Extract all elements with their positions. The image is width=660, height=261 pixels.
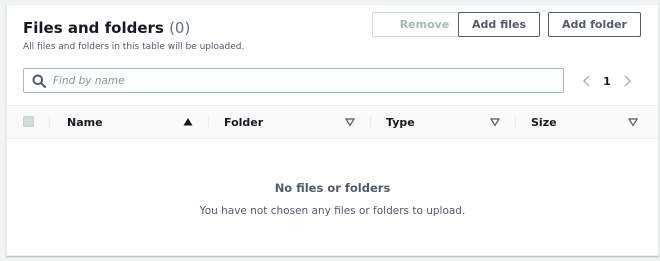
panel-description: All files and folders in this table will… (23, 42, 245, 52)
column-divider (370, 115, 371, 129)
column-header-type[interactable]: Type (386, 106, 506, 138)
search-icon (32, 74, 46, 88)
next-page-button[interactable] (617, 71, 637, 91)
sort-icon[interactable] (490, 117, 500, 127)
search-box[interactable] (23, 68, 564, 93)
column-divider (515, 115, 516, 129)
pagination: 1 (577, 69, 637, 93)
files-and-folders-panel: Files and folders (0) All files and fold… (6, 4, 659, 256)
search-input[interactable] (53, 70, 563, 91)
sort-icon[interactable] (345, 117, 355, 127)
column-divider (208, 115, 209, 129)
column-label-folder: Folder (224, 115, 264, 129)
empty-state-title: No files or folders (274, 181, 391, 195)
empty-state-description: You have not chosen any files or folders… (199, 205, 466, 217)
page-title: Files and folders (0) (23, 19, 190, 37)
column-header-size[interactable]: Size (531, 106, 631, 138)
add-files-button[interactable]: Add files (458, 12, 540, 37)
table-header: Name Folder Type Size (7, 105, 658, 139)
prev-page-button[interactable] (577, 71, 597, 91)
column-label-type: Type (386, 115, 415, 129)
column-header-folder[interactable]: Folder (224, 106, 364, 138)
select-all-checkbox[interactable] (23, 116, 34, 127)
page-number[interactable]: 1 (597, 75, 617, 88)
chevron-right-icon (624, 75, 632, 87)
chevron-left-icon (582, 75, 590, 87)
add-folder-button[interactable]: Add folder (548, 12, 641, 37)
title-text: Files and folders (23, 19, 164, 37)
sort-icon[interactable] (628, 117, 638, 127)
sort-ascending-icon[interactable] (183, 117, 193, 127)
item-count: (0) (169, 19, 191, 37)
column-divider (49, 115, 50, 129)
column-label-size: Size (531, 115, 557, 129)
column-label-name: Name (67, 115, 103, 129)
